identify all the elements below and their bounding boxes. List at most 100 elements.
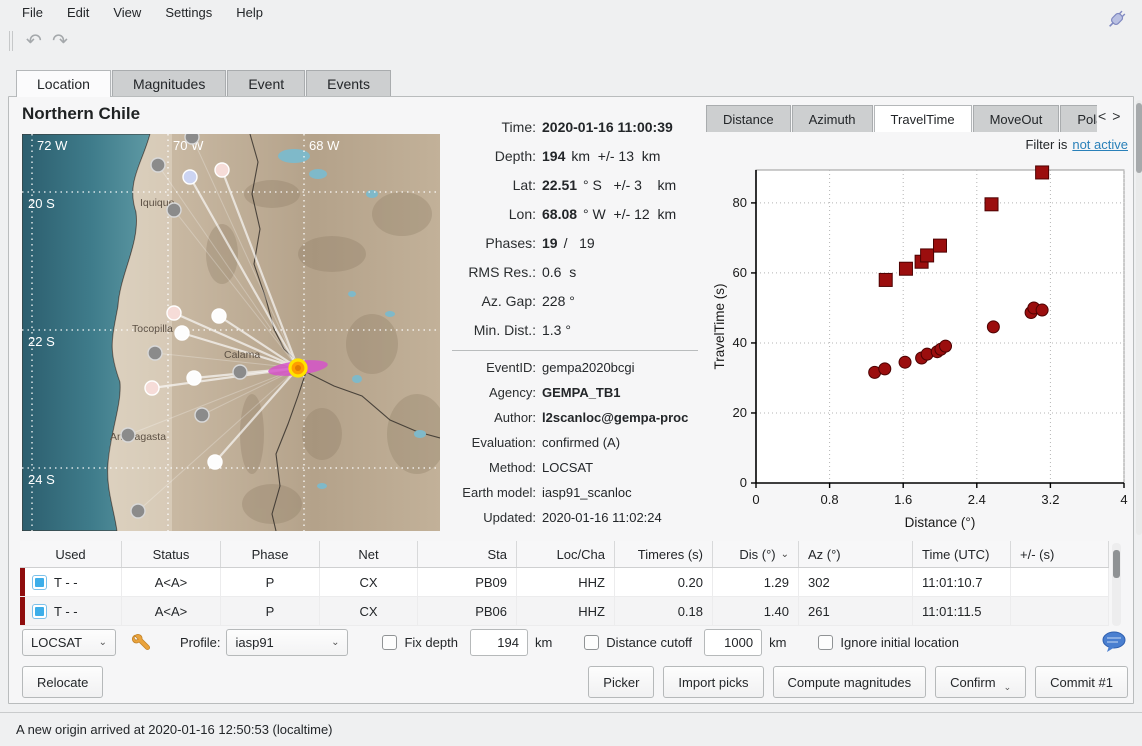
- origin-meta-value: gempa2020bcgi: [542, 360, 698, 375]
- station-marker-gray[interactable]: [185, 134, 199, 144]
- col-header-net[interactable]: Net: [320, 541, 418, 567]
- data-point-square[interactable]: [985, 198, 998, 211]
- data-point-circle[interactable]: [879, 363, 891, 375]
- commit-button[interactable]: Commit #1: [1035, 666, 1128, 698]
- toolbar-handle[interactable]: [9, 31, 13, 51]
- tab-event[interactable]: Event: [227, 70, 305, 96]
- menu-view[interactable]: View: [103, 2, 151, 23]
- plot-tab-distance[interactable]: Distance: [706, 105, 791, 132]
- col-header-sta[interactable]: Sta: [418, 541, 517, 567]
- cell-dis-: 1.40: [713, 597, 799, 625]
- station-marker-white[interactable]: [187, 371, 201, 385]
- relocate-button[interactable]: Relocate: [22, 666, 103, 698]
- fix-depth-checkbox[interactable]: [382, 635, 397, 650]
- menu-edit[interactable]: Edit: [57, 2, 99, 23]
- distance-cutoff-label: Distance cutoff: [606, 635, 692, 650]
- data-point-circle[interactable]: [987, 321, 999, 333]
- plot-tab-moveout[interactable]: MoveOut: [973, 105, 1060, 132]
- origin-row-label: Lon:: [446, 206, 536, 222]
- locator-select[interactable]: LOCSAT⌄: [22, 629, 116, 656]
- data-point-square[interactable]: [1036, 166, 1049, 179]
- comment-bubble-icon[interactable]: [1101, 630, 1128, 654]
- plot-tab-polar[interactable]: Polar: [1060, 105, 1097, 132]
- data-point-circle[interactable]: [1036, 304, 1048, 316]
- col-header-phase[interactable]: Phase: [221, 541, 320, 567]
- station-marker-gray[interactable]: [151, 158, 165, 172]
- col-header-az-[interactable]: Az (°): [799, 541, 913, 567]
- menu-file[interactable]: File: [12, 2, 53, 23]
- data-point-square[interactable]: [879, 273, 892, 286]
- col-header-dis-[interactable]: Dis (°)⌄: [713, 541, 799, 567]
- menu-help[interactable]: Help: [226, 2, 273, 23]
- used-checkbox[interactable]: [32, 575, 47, 590]
- data-point-square[interactable]: [921, 249, 934, 262]
- profile-label: Profile:: [180, 635, 220, 650]
- origin-meta-value: GEMPA_TB1: [542, 385, 698, 400]
- main-tab-bar: LocationMagnitudesEventEvents: [16, 70, 392, 97]
- station-marker-lavender[interactable]: [183, 170, 197, 184]
- plot-tab-azimuth[interactable]: Azimuth: [792, 105, 873, 132]
- confirm-button[interactable]: Confirm⌄: [935, 666, 1026, 698]
- used-checkbox[interactable]: [32, 604, 47, 619]
- depth-input[interactable]: [470, 629, 528, 656]
- data-point-circle[interactable]: [940, 340, 952, 352]
- station-marker-gray[interactable]: [148, 346, 162, 360]
- col-header-status[interactable]: Status: [122, 541, 221, 567]
- station-marker-gray[interactable]: [233, 365, 247, 379]
- compute-magnitudes-button[interactable]: Compute magnitudes: [773, 666, 927, 698]
- station-marker-white[interactable]: [208, 455, 222, 469]
- station-marker-gray[interactable]: [131, 504, 145, 518]
- station-marker-white[interactable]: [175, 326, 189, 340]
- locator-settings-wrench-icon[interactable]: [130, 631, 152, 653]
- tab-scroll-left-icon[interactable]: <: [1098, 108, 1106, 124]
- table-row[interactable]: T - -A<A>PCXPB06HHZ0.181.4026111:01:11.5: [20, 597, 1109, 626]
- location-map[interactable]: 72 W70 W68 W20 S22 S24 SIquiqueTocopilla…: [22, 134, 440, 531]
- redo-arrow-icon[interactable]: ↷: [47, 28, 73, 54]
- cell-timeres-s-: 0.20: [615, 568, 713, 596]
- picker-button[interactable]: Picker: [588, 666, 654, 698]
- station-marker-pink[interactable]: [145, 381, 159, 395]
- cutoff-input[interactable]: [704, 629, 762, 656]
- col-header-loc-cha[interactable]: Loc/Cha: [517, 541, 615, 567]
- profile-select[interactable]: iasp91⌄: [226, 629, 348, 656]
- cell-time-utc-: 11:01:11.5: [913, 597, 1011, 625]
- database-connection-icon[interactable]: [1104, 8, 1128, 32]
- cell-sta: PB09: [418, 568, 517, 596]
- station-marker-gray[interactable]: [121, 428, 135, 442]
- table-row[interactable]: T - -A<A>PCXPB09HHZ0.201.2930211:01:10.7: [20, 568, 1109, 597]
- filter-link[interactable]: not active: [1072, 137, 1128, 152]
- tab-location[interactable]: Location: [16, 70, 111, 97]
- ignore-initial-location-checkbox[interactable]: [818, 635, 833, 650]
- tab-scroll-right-icon[interactable]: >: [1112, 108, 1120, 124]
- undo-arrow-icon[interactable]: ↶: [21, 28, 47, 54]
- import-picks-button[interactable]: Import picks: [663, 666, 763, 698]
- y-tick-label: 80: [733, 195, 747, 210]
- origin-meta-label: Evaluation:: [446, 435, 536, 450]
- plot-tab-bar: DistanceAzimuthTravelTimeMoveOutPolar: [706, 105, 1097, 133]
- station-marker-pink[interactable]: [215, 163, 229, 177]
- station-marker-white[interactable]: [212, 309, 226, 323]
- data-point-square[interactable]: [899, 262, 912, 275]
- station-marker-gray[interactable]: [195, 408, 209, 422]
- cell-status: A<A>: [122, 568, 221, 596]
- origin-meta-row: Earth model:iasp91_scanloc: [446, 480, 698, 505]
- x-tick-label: 4: [1120, 492, 1127, 507]
- col-header-label: Phase: [252, 547, 289, 562]
- distance-cutoff-checkbox[interactable]: [584, 635, 599, 650]
- data-point-square[interactable]: [934, 239, 947, 252]
- x-tick-label: 0: [752, 492, 759, 507]
- traveltime-plot[interactable]: 00.81.62.43.24020406080Distance (°)Trave…: [710, 158, 1134, 538]
- station-marker-pink[interactable]: [167, 306, 181, 320]
- data-point-circle[interactable]: [899, 356, 911, 368]
- station-marker-gray[interactable]: [167, 203, 181, 217]
- plot-panel-scrollbar[interactable]: [1136, 100, 1142, 535]
- plot-tab-traveltime[interactable]: TravelTime: [874, 105, 972, 132]
- tab-magnitudes[interactable]: Magnitudes: [112, 70, 226, 96]
- col-header-timeres-s-[interactable]: Timeres (s): [615, 541, 713, 567]
- col-header--s-[interactable]: +/- (s): [1011, 541, 1109, 567]
- col-header-used[interactable]: Used: [20, 541, 122, 567]
- menu-settings[interactable]: Settings: [155, 2, 222, 23]
- table-scrollbar[interactable]: [1112, 543, 1121, 626]
- col-header-time-utc-[interactable]: Time (UTC): [913, 541, 1011, 567]
- tab-events[interactable]: Events: [306, 70, 391, 96]
